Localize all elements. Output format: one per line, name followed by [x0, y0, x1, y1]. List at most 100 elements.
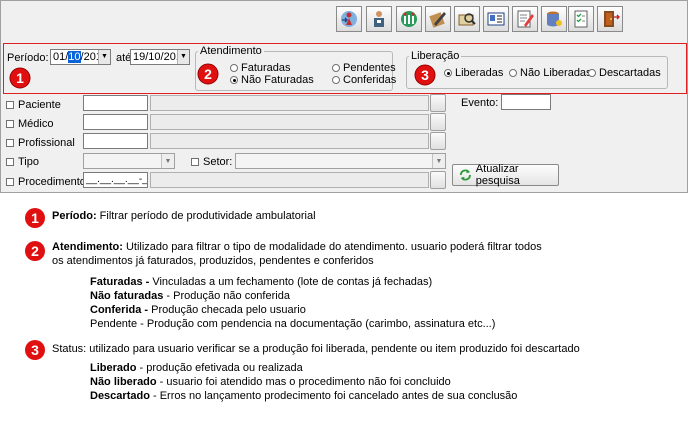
refresh-label: Atualizar pesquisa [475, 163, 520, 187]
checkbox-box[interactable] [6, 139, 14, 147]
pencil-document-icon[interactable] [512, 6, 538, 32]
paciente-name-input [150, 95, 429, 111]
profissional-code-input[interactable] [83, 133, 148, 149]
radio-nao-faturadas[interactable]: Não Faturadas [230, 74, 314, 86]
checkbox-box[interactable] [6, 120, 14, 128]
chevron-down-icon[interactable]: ▼ [98, 50, 110, 64]
radio-circle[interactable] [444, 69, 452, 77]
procedimento-code-input[interactable]: __.__.__.__-_ [83, 172, 148, 188]
date-from-month: 10 [68, 51, 81, 63]
ate-label: até [116, 52, 132, 64]
chevron-down-icon[interactable]: ▼ [177, 50, 189, 64]
evento-input[interactable] [501, 94, 551, 110]
procedimento-checkbox[interactable]: Procedimento [6, 176, 86, 188]
radio-label: Faturadas [241, 62, 291, 74]
setor-label: Setor: [203, 156, 233, 168]
doc-nao-faturadas: Não faturadas - Produção não conferida [90, 290, 290, 302]
radio-circle[interactable] [230, 64, 238, 72]
checkbox-box[interactable] [6, 101, 14, 109]
radio-circle[interactable] [588, 69, 596, 77]
tipo-checkbox[interactable]: Tipo [6, 156, 39, 168]
atendimento-legend: Atendimento [200, 45, 262, 57]
date-from-day: 01/ [53, 51, 69, 63]
medico-code-input[interactable] [83, 114, 148, 130]
date-from-field[interactable]: 01/10/2018 ▼ [50, 49, 111, 65]
doc-term: Faturadas - [90, 276, 150, 288]
doc-badge-1: 1 [25, 208, 45, 228]
medico-name-input [150, 114, 429, 130]
date-to-field[interactable]: 19/10/2018 ▼ [130, 49, 190, 65]
setor-select[interactable]: ▼ [235, 153, 446, 169]
book-magnifier-icon[interactable] [454, 6, 480, 32]
database-icon[interactable] [541, 6, 567, 32]
doc-item-2: Atendimento: Utilizado para filtrar o ti… [52, 241, 542, 253]
checkbox-box[interactable] [6, 178, 14, 186]
radio-label: Conferidas [343, 74, 397, 86]
person-id-icon[interactable] [366, 6, 392, 32]
svg-text:1: 1 [16, 70, 24, 86]
radio-descartadas[interactable]: Descartadas [588, 67, 661, 79]
radio-circle[interactable] [509, 69, 517, 77]
setor-checkbox[interactable]: Setor: [191, 156, 232, 168]
radio-label: Liberadas [455, 67, 504, 79]
tipo-label: Tipo [18, 156, 39, 168]
procedimento-name-input [150, 172, 429, 188]
doc-desc: - Erros no lançamento prodecimento foi c… [149, 390, 518, 402]
pencil-book-icon[interactable] [425, 6, 451, 32]
radio-nao-liberadas[interactable]: Não Liberadas [509, 67, 592, 79]
chevron-down-icon[interactable]: ▼ [432, 154, 445, 168]
door-exit-icon[interactable] [597, 6, 623, 32]
profissional-checkbox[interactable]: Profissional [6, 137, 75, 149]
tipo-select[interactable]: ▼ [83, 153, 175, 169]
checkbox-box[interactable] [191, 158, 199, 166]
radio-liberadas[interactable]: Liberadas [444, 67, 503, 79]
doc-liberado: Liberado - produção efetivada ou realiza… [90, 362, 303, 374]
doc-item-2-cont: os atendimentos já faturados, produzidos… [52, 255, 374, 267]
svg-text:2: 2 [204, 66, 212, 82]
doc-descartado: Descartado - Erros no lançamento prodeci… [90, 390, 517, 402]
medico-search-button[interactable] [430, 113, 446, 131]
id-card-icon[interactable] [483, 6, 509, 32]
refresh-icon [459, 169, 471, 181]
doc-text: Utilizado para filtrar o tipo de modalid… [122, 241, 542, 253]
radio-label: Descartadas [599, 67, 661, 79]
procedimento-search-button[interactable] [430, 171, 446, 189]
doc-badge-3: 3 [25, 340, 45, 360]
radio-label: Não Liberadas [520, 67, 592, 79]
paciente-search-button[interactable] [430, 94, 446, 112]
doc-text: Filtrar período de produtividade ambulat… [96, 210, 316, 222]
radio-conferidas[interactable]: Conferidas [332, 74, 396, 86]
doc-conferida: Conferida - Produção checada pelo usuari… [90, 304, 306, 316]
radio-pendentes[interactable]: Pendentes [332, 62, 396, 74]
filter-panel: Período: 01/10/2018 ▼ até 19/10/2018 ▼ 1… [0, 0, 688, 193]
paciente-checkbox[interactable]: Paciente [6, 99, 61, 111]
checklist-icon[interactable] [568, 6, 594, 32]
svg-text:3: 3 [421, 67, 429, 83]
person-arrow-icon[interactable] [336, 6, 362, 32]
profissional-search-button[interactable] [430, 132, 446, 150]
doc-desc: Vinculadas a um fechamento (lote de cont… [149, 276, 433, 288]
doc-term: Liberado [90, 362, 137, 374]
group-refresh-icon[interactable] [396, 6, 422, 32]
paciente-code-input[interactable] [83, 95, 148, 111]
svg-text:2: 2 [31, 243, 39, 259]
medico-checkbox[interactable]: Médico [6, 118, 53, 130]
doc-item-3: Status: utilizado para usuario verificar… [52, 343, 580, 355]
badge-1: 1 [9, 67, 31, 89]
liberacao-legend: Liberação [411, 50, 460, 62]
doc-desc: - usuario foi atendido mas o procediment… [156, 376, 451, 388]
refresh-search-button[interactable]: Atualizar pesquisa [452, 163, 559, 187]
doc-nao-liberado: Não liberado - usuario foi atendido mas … [90, 376, 451, 388]
doc-badge-2: 2 [25, 241, 45, 261]
checkbox-box[interactable] [6, 158, 14, 166]
profissional-label: Profissional [18, 137, 75, 149]
badge-2: 2 [197, 63, 219, 85]
doc-desc: - Produção não conferida [163, 290, 290, 302]
radio-circle[interactable] [332, 64, 340, 72]
periodo-label: Período: [7, 52, 49, 64]
radio-circle[interactable] [230, 76, 238, 84]
radio-faturadas[interactable]: Faturadas [230, 62, 291, 74]
chevron-down-icon[interactable]: ▼ [161, 154, 174, 168]
radio-circle[interactable] [332, 76, 340, 84]
medico-label: Médico [18, 118, 54, 130]
